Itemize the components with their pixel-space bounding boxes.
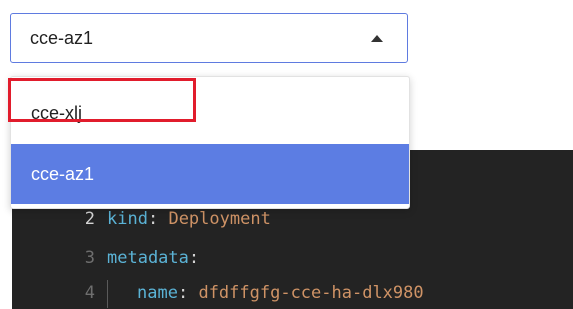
code-text: name: dfdffgfg-cce-ha-dlx980 xyxy=(137,276,424,309)
indent-guide xyxy=(107,280,108,308)
page: cce-az1 2 kind: Deployment 3 metadata: 4… xyxy=(0,0,573,309)
yaml-value: dfdffgfg-cce-ha-dlx980 xyxy=(198,283,424,303)
dropdown-option-label: cce-az1 xyxy=(31,164,95,184)
dropdown-option[interactable]: cce-xlj xyxy=(11,85,409,142)
code-text: metadata: xyxy=(107,241,199,275)
dropdown-option-selected[interactable]: cce-az1 xyxy=(11,144,409,204)
yaml-key: metadata xyxy=(107,248,189,268)
line-number: 3 xyxy=(84,248,95,268)
dropdown-option-label: cce-xlj xyxy=(31,103,83,123)
cluster-select[interactable]: cce-az1 xyxy=(10,13,408,63)
code-line: 3 metadata: xyxy=(12,241,573,275)
yaml-separator: : xyxy=(147,209,159,229)
yaml-separator: : xyxy=(177,283,189,303)
caret-up-icon[interactable] xyxy=(371,35,383,42)
yaml-value: Deployment xyxy=(168,209,271,229)
yaml-separator: : xyxy=(188,248,200,268)
cluster-dropdown-menu: cce-xlj cce-az1 xyxy=(10,76,410,209)
line-number: 4 xyxy=(84,283,95,303)
yaml-key: name xyxy=(137,283,178,303)
yaml-key: kind xyxy=(107,209,148,229)
cluster-select-value: cce-az1 xyxy=(30,28,94,48)
code-line: 4 name: dfdffgfg-cce-ha-dlx980 xyxy=(12,276,573,309)
